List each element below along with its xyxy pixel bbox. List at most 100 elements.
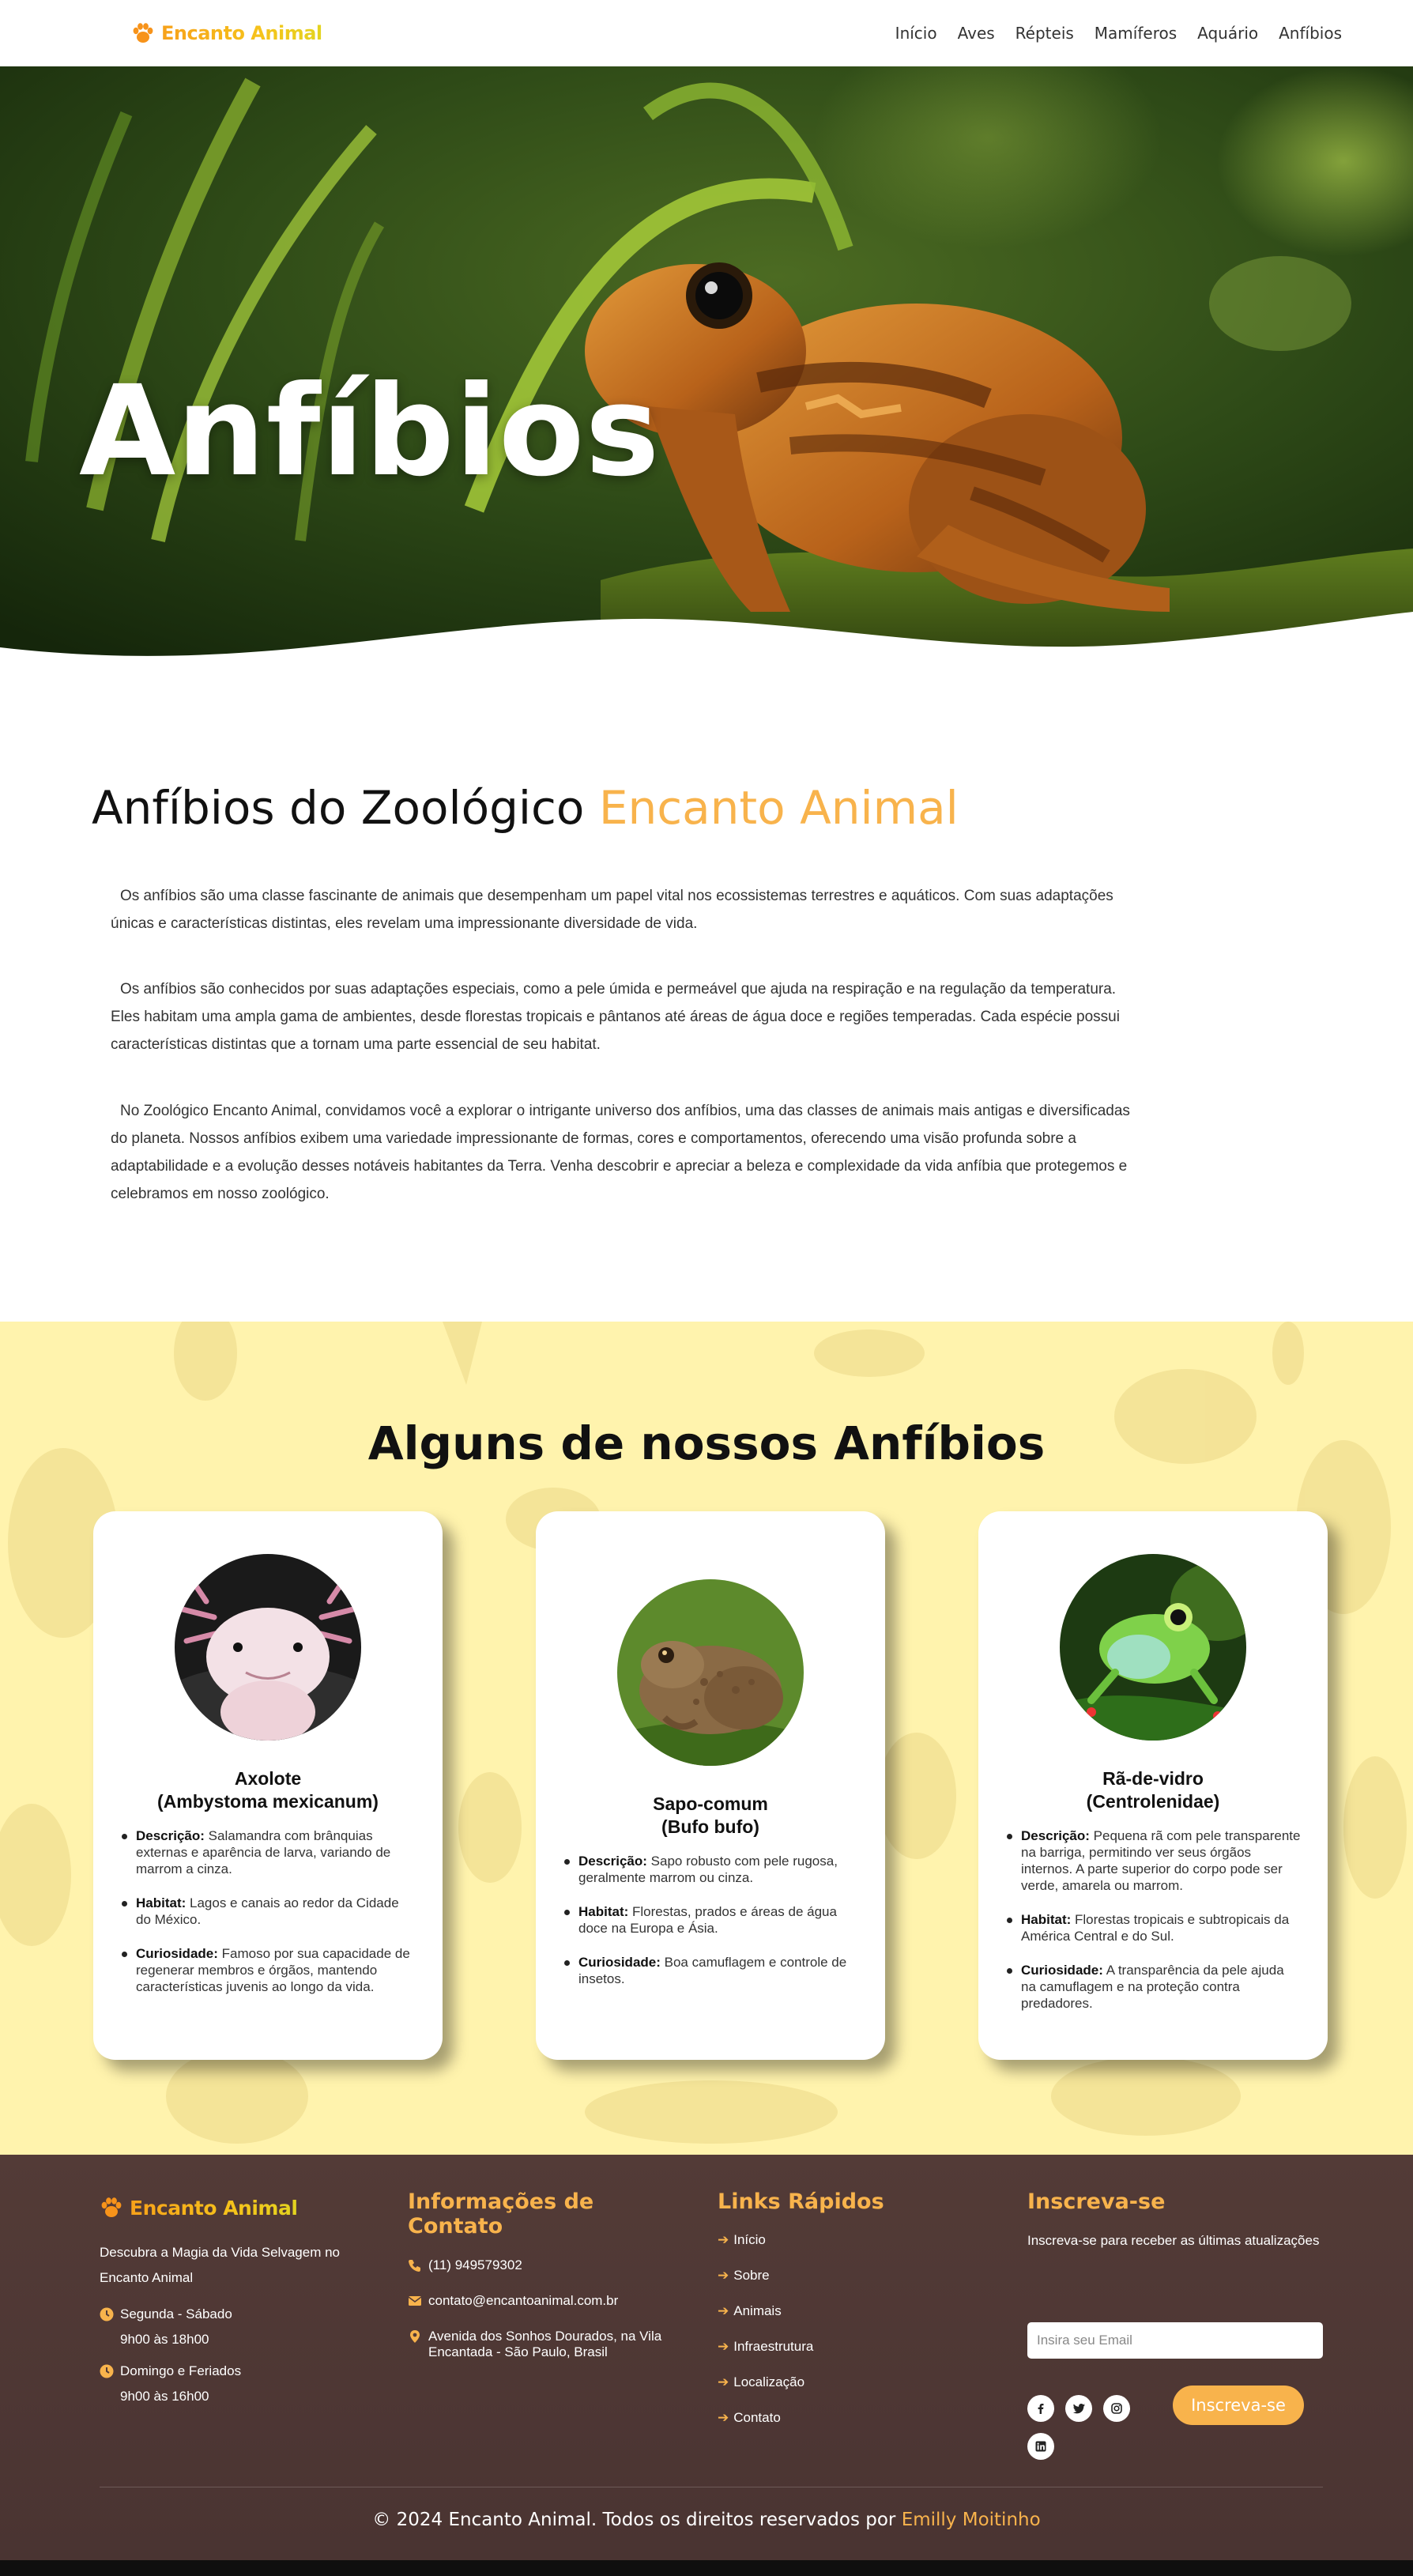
fact-label: Habitat: — [1021, 1912, 1072, 1927]
footer-quick-links: Links Rápidos ➔ Início ➔ Sobre ➔ Animais ➔ I… — [718, 2189, 978, 2435]
quick-link-infraestrutura[interactable]: ➔ Infraestrutura — [718, 2329, 978, 2364]
envelope-icon — [408, 2296, 422, 2306]
link-label: Localização — [733, 2374, 805, 2389]
clock-icon — [100, 2364, 114, 2378]
phone-icon — [409, 2260, 420, 2272]
nav-item-inicio[interactable]: Início — [895, 24, 937, 43]
animal-scientific-name: (Bufo bufo) — [661, 1816, 759, 1837]
hours-row-weekdays: Segunda - Sábado — [100, 2306, 360, 2322]
arrow-right-icon: ➔ — [718, 2374, 729, 2389]
brand-logo[interactable]: Encanto Animal — [131, 21, 322, 45]
footer: Encanto Animal Descubra a Magia da Vida … — [0, 2155, 1413, 2560]
bottom-strip — [0, 2560, 1413, 2576]
animal-common-name: Axolote — [234, 1768, 302, 1789]
hours-time: 9h00 às 16h00 — [120, 2389, 209, 2404]
fact-label: Curiosidade: — [1021, 1963, 1103, 1978]
footer-contact: Informações de Contato (11) 949579302 co… — [408, 2189, 692, 2360]
intro-heading-text: Anfíbios do Zoológico — [92, 781, 585, 835]
animal-name: Sapo-comum (Bufo bufo) — [536, 1793, 885, 1839]
arrow-right-icon: ➔ — [718, 2267, 729, 2283]
fact-description: Descrição: Salamandra com brânquias exte… — [120, 1827, 417, 1877]
fact-label: Habitat: — [578, 1904, 629, 1919]
hero-banner: Anfíbios — [0, 66, 1413, 667]
clock-icon — [100, 2307, 114, 2321]
fact-curiosity: Curiosidade: A transparência da pele aju… — [1005, 1962, 1302, 2012]
hours-time: 9h00 às 18h00 — [120, 2332, 209, 2347]
link-label: Contato — [733, 2409, 781, 2425]
nav-item-aves[interactable]: Aves — [958, 24, 995, 43]
linkedin-icon[interactable] — [1027, 2433, 1054, 2460]
facebook-icon[interactable] — [1027, 2395, 1054, 2422]
paw-icon — [133, 23, 153, 43]
animal-card-axolote: Axolote (Ambystoma mexicanum) Descrição:… — [93, 1511, 443, 2060]
animal-name: Axolote (Ambystoma mexicanum) — [93, 1767, 443, 1813]
footer-about: Encanto Animal Descubra a Magia da Vida … — [100, 2189, 360, 2409]
fact-habitat: Habitat: Lagos e canais ao redor da Cida… — [120, 1895, 417, 1928]
animal-name: Rã-de-vidro (Centrolenidae) — [978, 1767, 1328, 1813]
animal-facts-list: Descrição: Pequena rã com pele transpare… — [1005, 1827, 1302, 2029]
fact-curiosity: Curiosidade: Famoso por sua capacidade d… — [120, 1945, 417, 1995]
axolotl-image — [175, 1554, 361, 1741]
nav-item-repteis[interactable]: Répteis — [1015, 24, 1074, 43]
quick-link-localizacao[interactable]: ➔ Localização — [718, 2364, 978, 2400]
instagram-icon[interactable] — [1103, 2395, 1130, 2422]
animal-card-sapo-comum: Sapo-comum (Bufo bufo) Descrição: Sapo r… — [536, 1511, 885, 2060]
fact-habitat: Habitat: Florestas, prados e áreas de ág… — [563, 1903, 860, 1937]
subscribe-text: Inscreva-se para receber as últimas atua… — [1027, 2233, 1320, 2248]
quick-link-inicio[interactable]: ➔ Início — [718, 2222, 978, 2257]
animal-facts-list: Descrição: Salamandra com brânquias exte… — [120, 1827, 417, 2012]
link-label: Infraestrutura — [733, 2338, 814, 2354]
footer-brand-logo[interactable]: Encanto Animal — [100, 2196, 360, 2220]
fact-label: Habitat: — [136, 1895, 187, 1910]
contact-phone[interactable]: (11) 949579302 — [408, 2257, 692, 2273]
link-label: Início — [733, 2231, 766, 2247]
email-text: contato@encantoanimal.com.br — [428, 2293, 619, 2308]
subscribe-heading: Inscreva-se — [1027, 2189, 1166, 2214]
animal-card-ra-de-vidro: Rã-de-vidro (Centrolenidae) Descrição: P… — [978, 1511, 1328, 2060]
quick-link-sobre[interactable]: ➔ Sobre — [718, 2257, 978, 2293]
author-link[interactable]: Emilly Moitinho — [902, 2510, 1041, 2530]
fact-label: Descrição: — [136, 1828, 205, 1843]
paw-icon — [101, 2197, 122, 2217]
nav-item-mamiferos[interactable]: Mamíferos — [1095, 24, 1177, 43]
intro-heading-accent: Encanto Animal — [598, 781, 959, 835]
fact-label: Curiosidade: — [136, 1946, 218, 1961]
copyright-text: © 2024 Encanto Animal. Todos os direitos… — [372, 2510, 896, 2530]
contact-email[interactable]: contato@encantoanimal.com.br — [408, 2293, 692, 2309]
fact-label: Descrição: — [1021, 1828, 1090, 1843]
email-field[interactable] — [1027, 2322, 1323, 2359]
brand-name: Encanto Animal — [161, 22, 322, 44]
fact-description: Descrição: Pequena rã com pele transpare… — [1005, 1827, 1302, 1894]
main-nav: Início Aves Répteis Mamíferos Aquário An… — [895, 24, 1342, 43]
link-label: Animais — [733, 2303, 782, 2318]
nav-item-aquario[interactable]: Aquário — [1197, 24, 1258, 43]
glass-frog-image — [1060, 1554, 1246, 1741]
intro-paragraph-3: No Zoológico Encanto Animal, convidamos … — [111, 1103, 1130, 1202]
quick-link-contato[interactable]: ➔ Contato — [718, 2400, 978, 2435]
fact-label: Descrição: — [578, 1854, 647, 1869]
intro-heading: Anfíbios do Zoológico Encanto Animal — [92, 781, 959, 835]
animal-scientific-name: (Centrolenidae) — [1086, 1791, 1220, 1812]
navbar: Encanto Animal Início Aves Répteis Mamíf… — [0, 0, 1413, 66]
footer-subscribe: Inscreva-se Inscreva-se para receber as … — [1027, 2189, 1323, 2474]
address-text: Avenida dos Sonhos Dourados, na Vila Enc… — [428, 2329, 662, 2359]
subscribe-button[interactable]: Inscreva-se — [1173, 2386, 1304, 2425]
fact-label: Curiosidade: — [578, 1955, 661, 1970]
contact-heading: Informações de Contato — [408, 2189, 594, 2238]
arrow-right-icon: ➔ — [718, 2303, 729, 2318]
nav-item-anfibios[interactable]: Anfíbios — [1279, 24, 1342, 43]
toad-image — [617, 1579, 804, 1766]
hero-title: Anfíbios — [79, 359, 661, 504]
animal-common-name: Sapo-comum — [653, 1793, 768, 1814]
intro-paragraph-1: Os anfíbios são uma classe fascinante de… — [111, 888, 1113, 932]
links-heading: Links Rápidos — [718, 2189, 884, 2214]
animals-title: Alguns de nossos Anfíbios — [367, 1416, 1046, 1470]
twitter-icon[interactable] — [1065, 2395, 1092, 2422]
fact-description: Descrição: Sapo robusto com pele rugosa,… — [563, 1853, 860, 1886]
arrow-right-icon: ➔ — [718, 2231, 729, 2247]
hours-days: Domingo e Feriados — [120, 2363, 242, 2378]
hours-days: Segunda - Sábado — [120, 2306, 232, 2321]
animal-common-name: Rã-de-vidro — [1102, 1768, 1204, 1789]
intro-paragraph-2: Os anfíbios são conhecidos por suas adap… — [111, 981, 1120, 1053]
quick-link-animais[interactable]: ➔ Animais — [718, 2293, 978, 2329]
